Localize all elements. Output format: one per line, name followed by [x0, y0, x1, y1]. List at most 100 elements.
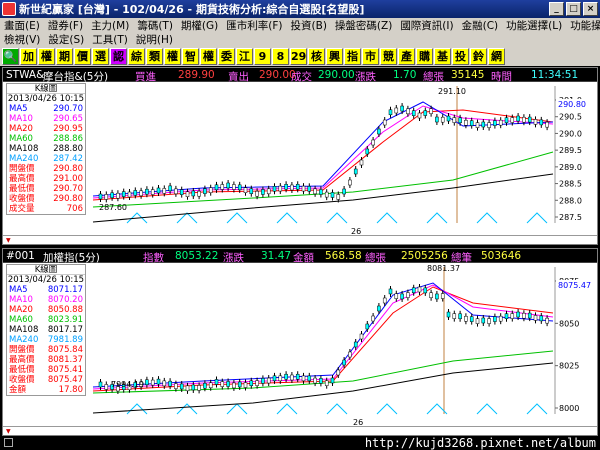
toolbar-button-3[interactable]: 期	[56, 47, 73, 65]
menu-item-a-4[interactable]: 期權(G)	[177, 18, 222, 33]
legend-label: MA5	[9, 104, 28, 114]
candle-body	[156, 187, 161, 194]
candle-body	[185, 385, 190, 392]
kline-chart-index[interactable]: 80758050802580008075.478081.377994.1926	[3, 263, 597, 428]
symbol-code: #001	[6, 250, 35, 262]
menu-item-a-3[interactable]: 籌碼(T)	[133, 18, 177, 33]
toolbar-button-16[interactable]: 29	[290, 47, 307, 65]
menu-item-a-6[interactable]: 投資(B)	[287, 18, 331, 33]
minimize-button[interactable]: _	[549, 2, 564, 16]
menu-row-1: 畫面(E) 證券(F) 主力(M) 籌碼(T) 期權(G) 匯市利率(F) 投資(B) 操盤密…	[0, 18, 600, 32]
title-bar: 新世紀贏家 [台灣] - 102/04/26 - 期貨技術分析:綜合自選股[名望…	[0, 0, 600, 18]
toolbar-button-4[interactable]: 價	[74, 47, 91, 65]
menu-item-b-0[interactable]: 檢視(V)	[0, 32, 44, 47]
legend-label: 收盤價	[9, 194, 35, 204]
menu-item-a-9[interactable]: 金融(C)	[458, 18, 503, 33]
legend-row: MA5 290.70	[7, 104, 85, 114]
candle-body	[406, 292, 410, 298]
candle-body	[301, 375, 306, 382]
menu-item-a-11[interactable]: 功能操作(F)	[566, 18, 600, 33]
toolbar-button-14[interactable]: 9	[254, 47, 271, 65]
legend-row: MA10 290.65	[7, 114, 85, 124]
candle-body	[313, 188, 317, 195]
toolbar-button-26[interactable]: 鈴	[470, 47, 487, 65]
toolbar-button-13[interactable]: 江	[236, 47, 253, 65]
legend-value: 290.65	[53, 114, 83, 124]
chart-panel-index: #001 加權指(5分) 指數 8053.22 漲跌 31.47 金額 568.…	[2, 248, 598, 436]
toolbar-button-12[interactable]: 委	[218, 47, 235, 65]
candle-body	[487, 122, 491, 128]
toolbar-button-10[interactable]: 智	[182, 47, 199, 65]
menu-item-a-1[interactable]: 證券(F)	[44, 18, 87, 33]
candle-body	[504, 117, 509, 123]
buy-value: 289.90	[178, 69, 215, 81]
candle-body	[504, 313, 509, 319]
candle-body	[261, 189, 265, 195]
toolbar-button-21[interactable]: 競	[380, 47, 397, 65]
candle-body	[510, 313, 515, 319]
toolbar-button-18[interactable]: 興	[326, 47, 343, 65]
maximize-button[interactable]: □	[566, 2, 581, 16]
menu-item-a-7[interactable]: 操盤密碼(Z)	[331, 18, 396, 33]
legend-label: 成交量	[9, 204, 35, 214]
candle-body	[429, 292, 433, 298]
toolbar-button-23[interactable]: 購	[416, 47, 433, 65]
candle-body	[232, 382, 236, 389]
candle-body	[342, 359, 346, 366]
legend-row: MA20 8050.88	[7, 305, 85, 315]
legend-row: 開盤價 8075.84	[7, 345, 85, 355]
toolbar-button-25[interactable]: 投	[452, 47, 469, 65]
toolbar-button-9[interactable]: 權	[164, 47, 181, 65]
menu-item-b-2[interactable]: 工具(T)	[88, 32, 132, 47]
menu-item-a-8[interactable]: 國際資訊(I)	[396, 18, 457, 33]
toolbar-button-7[interactable]: 綜	[128, 47, 145, 65]
toolbar-button-2[interactable]: 權	[38, 47, 55, 65]
candle-body	[475, 318, 480, 324]
candle-body	[527, 312, 532, 319]
menu-item-b-1[interactable]: 設定(S)	[44, 32, 88, 47]
legend-label: MA60	[9, 134, 33, 144]
toolbar-button-15[interactable]: 8	[272, 47, 289, 65]
candle-body	[330, 192, 335, 198]
candle-body	[307, 186, 312, 192]
menu-item-a-2[interactable]: 主力(M)	[87, 18, 133, 33]
menu-item-a-10[interactable]: 功能選擇(L)	[502, 18, 566, 33]
candle-body	[208, 382, 213, 389]
close-button[interactable]: ×	[583, 2, 598, 16]
legend-value: 706	[66, 204, 83, 214]
toolbar-button-11[interactable]: 權	[200, 47, 217, 65]
menu-item-b-3[interactable]: 說明(H)	[132, 32, 177, 47]
toolbar-button-22[interactable]: 產	[398, 47, 415, 65]
legend-row: MA60 8023.91	[7, 315, 85, 325]
menu-item-a-0[interactable]: 畫面(E)	[0, 18, 44, 33]
candle-body	[104, 194, 109, 200]
legend-value: 287.42	[53, 154, 83, 164]
toolbar-button-0[interactable]: 🔍	[2, 47, 19, 65]
legend-label: 開盤價	[9, 345, 35, 355]
legend-value: 8075.41	[47, 365, 83, 375]
legend-row: MA240 287.42	[7, 154, 85, 164]
menu-item-a-5[interactable]: 匯市利率(F)	[222, 18, 286, 33]
toolbar-button-8[interactable]: 類	[146, 47, 163, 65]
candle-body	[174, 188, 178, 195]
chart-background	[3, 263, 597, 428]
toolbar-button-19[interactable]: 指	[344, 47, 361, 65]
toolbar-button-17[interactable]: 核	[308, 47, 325, 65]
toolbar-button-5[interactable]: 選	[92, 47, 109, 65]
legend-label: 開盤價	[9, 164, 35, 174]
candle-body	[481, 317, 486, 324]
toolbar-button-20[interactable]: 市	[362, 47, 379, 65]
candle-body	[185, 191, 190, 198]
candle-body	[446, 311, 451, 318]
candle-body	[498, 315, 503, 322]
toolbar-button-1[interactable]: 加	[20, 47, 37, 65]
app-icon	[2, 2, 16, 16]
legend-title: K線圖	[7, 84, 85, 94]
kline-chart-futures[interactable]: 291.0290.5290.0289.5289.0288.5288.0287.5…	[3, 82, 597, 237]
high-label: 8081.37	[427, 264, 460, 273]
legend-label: 最高價	[9, 174, 35, 184]
toolbar-button-6[interactable]: 認	[110, 47, 127, 65]
toolbar-button-24[interactable]: 基	[434, 47, 451, 65]
legend-row: MA5 8071.17	[7, 285, 85, 295]
toolbar-button-27[interactable]: 網	[488, 47, 505, 65]
